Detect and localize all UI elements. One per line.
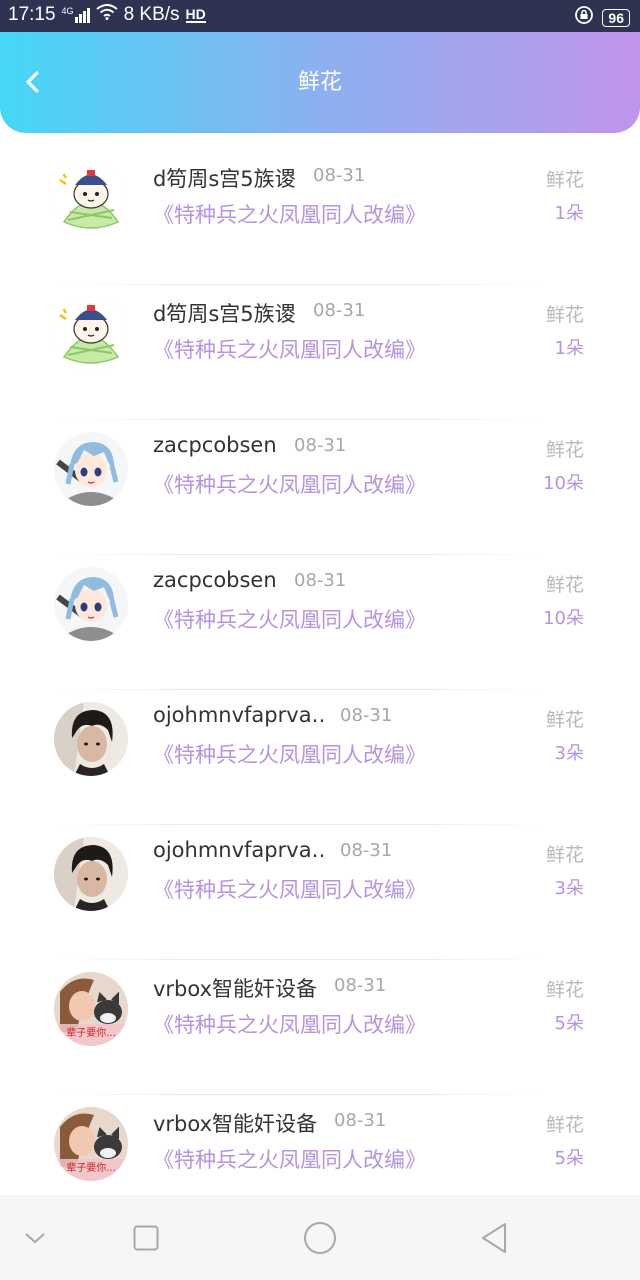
book-title-link[interactable]: 《特种兵之火凤凰同人改编》 [153,469,426,499]
square-icon [133,1225,159,1250]
avatar[interactable] [54,567,128,641]
nav-home-button[interactable] [299,1195,341,1280]
flower-count: 1朵 [554,203,584,224]
status-bar: 17:15 4G 8 KB/s HD 96 [0,0,640,32]
flower-count: 5朵 [554,1148,584,1169]
gift-type-label: 鲜花 [545,439,584,461]
user-name[interactable]: vrbox智能奸设备 [153,1108,317,1138]
circle-icon [304,1221,336,1254]
send-date: 08-31 [294,435,347,456]
send-date: 08-31 [334,975,387,996]
avatar-caption: 辈子要你... [66,1163,116,1174]
user-name[interactable]: ojohmnvfaprva… [153,703,323,727]
book-title-link[interactable]: 《特种兵之火凤凰同人改编》 [153,1144,426,1174]
list-item[interactable]: ojohmnvfaprva… 08-31 《特种兵之火凤凰同人改编》 鲜花 3朵 [0,825,640,960]
hd-icon: HD [185,6,206,23]
send-date: 08-31 [340,840,393,861]
send-date: 08-31 [340,705,393,726]
nav-recents-button[interactable] [126,1195,166,1280]
avatar[interactable] [54,702,128,776]
clock: 17:15 [8,4,56,25]
user-name[interactable]: d笱周s宫5族谡 [153,163,296,193]
lock-rotation-icon [574,5,594,31]
gift-type-label: 鲜花 [545,844,584,866]
list-item[interactable]: zacpcobsen 08-31 《特种兵之火凤凰同人改编》 鲜花 10朵 [0,555,640,690]
avatar[interactable] [54,432,128,506]
user-name[interactable]: vrbox智能奸设备 [153,973,317,1003]
avatar[interactable]: 辈子要你... [54,1107,128,1181]
chevron-down-icon [25,1232,45,1243]
send-date: 08-31 [313,300,366,321]
list-item[interactable]: zacpcobsen 08-31 《特种兵之火凤凰同人改编》 鲜花 10朵 [0,420,640,555]
list-item[interactable]: d笱周s宫5族谡 08-31 《特种兵之火凤凰同人改编》 鲜花 1朵 [0,285,640,420]
flower-record-list: d笱周s宫5族谡 08-31 《特种兵之火凤凰同人改编》 鲜花 1朵 d笱周s宫5族谡 08… [0,150,640,1230]
user-name[interactable]: d笱周s宫5族谡 [153,298,296,328]
system-nav-bar [0,1195,640,1280]
page-title: 鲜花 [297,70,342,95]
gift-type-label: 鲜花 [545,1114,584,1136]
flower-count: 10朵 [543,608,584,629]
gift-type-label: 鲜花 [545,709,584,731]
flower-count: 10朵 [543,473,584,494]
signal-icon: 4G [62,7,90,23]
flower-count: 3朵 [554,878,584,899]
book-title-link[interactable]: 《特种兵之火凤凰同人改编》 [153,1009,426,1039]
book-title-link[interactable]: 《特种兵之火凤凰同人改编》 [153,199,426,229]
battery-icon: 96 [602,9,630,27]
network-speed: 8 KB/s [123,4,180,25]
wifi-icon [95,4,118,26]
avatar[interactable]: 辈子要你... [54,972,128,1046]
book-title-link[interactable]: 《特种兵之火凤凰同人改编》 [153,334,426,364]
avatar[interactable] [54,837,128,911]
avatar-caption: 辈子要你... [66,1028,116,1039]
list-item[interactable]: 辈子要你... vrbox智能奸设备 08-31 《特种兵之火凤凰同人改编》 鲜花 5朵 [0,960,640,1095]
gift-type-label: 鲜花 [545,304,584,326]
list-item[interactable]: d笱周s宫5族谡 08-31 《特种兵之火凤凰同人改编》 鲜花 1朵 [0,150,640,285]
avatar[interactable] [54,297,128,371]
user-name[interactable]: zacpcobsen [153,433,277,457]
triangle-back-icon [482,1222,506,1253]
app-header: 鲜花 [0,32,640,133]
book-title-link[interactable]: 《特种兵之火凤凰同人改编》 [153,604,426,634]
nav-back-button[interactable] [474,1195,514,1280]
flower-count: 5朵 [554,1013,584,1034]
network-type: 4G [61,6,74,16]
avatar[interactable] [54,162,128,236]
send-date: 08-31 [294,570,347,591]
gift-type-label: 鲜花 [545,979,584,1001]
book-title-link[interactable]: 《特种兵之火凤凰同人改编》 [153,739,426,769]
user-name[interactable]: ojohmnvfaprva… [153,838,323,862]
flower-count: 1朵 [554,338,584,359]
list-item[interactable]: ojohmnvfaprva… 08-31 《特种兵之火凤凰同人改编》 鲜花 3朵 [0,690,640,825]
gift-type-label: 鲜花 [545,574,584,596]
user-name[interactable]: zacpcobsen [153,568,277,592]
gift-type-label: 鲜花 [545,169,584,191]
send-date: 08-31 [334,1110,387,1131]
nav-hide-button[interactable] [15,1195,55,1280]
book-title-link[interactable]: 《特种兵之火凤凰同人改编》 [153,874,426,904]
flower-count: 3朵 [554,743,584,764]
send-date: 08-31 [313,165,366,186]
